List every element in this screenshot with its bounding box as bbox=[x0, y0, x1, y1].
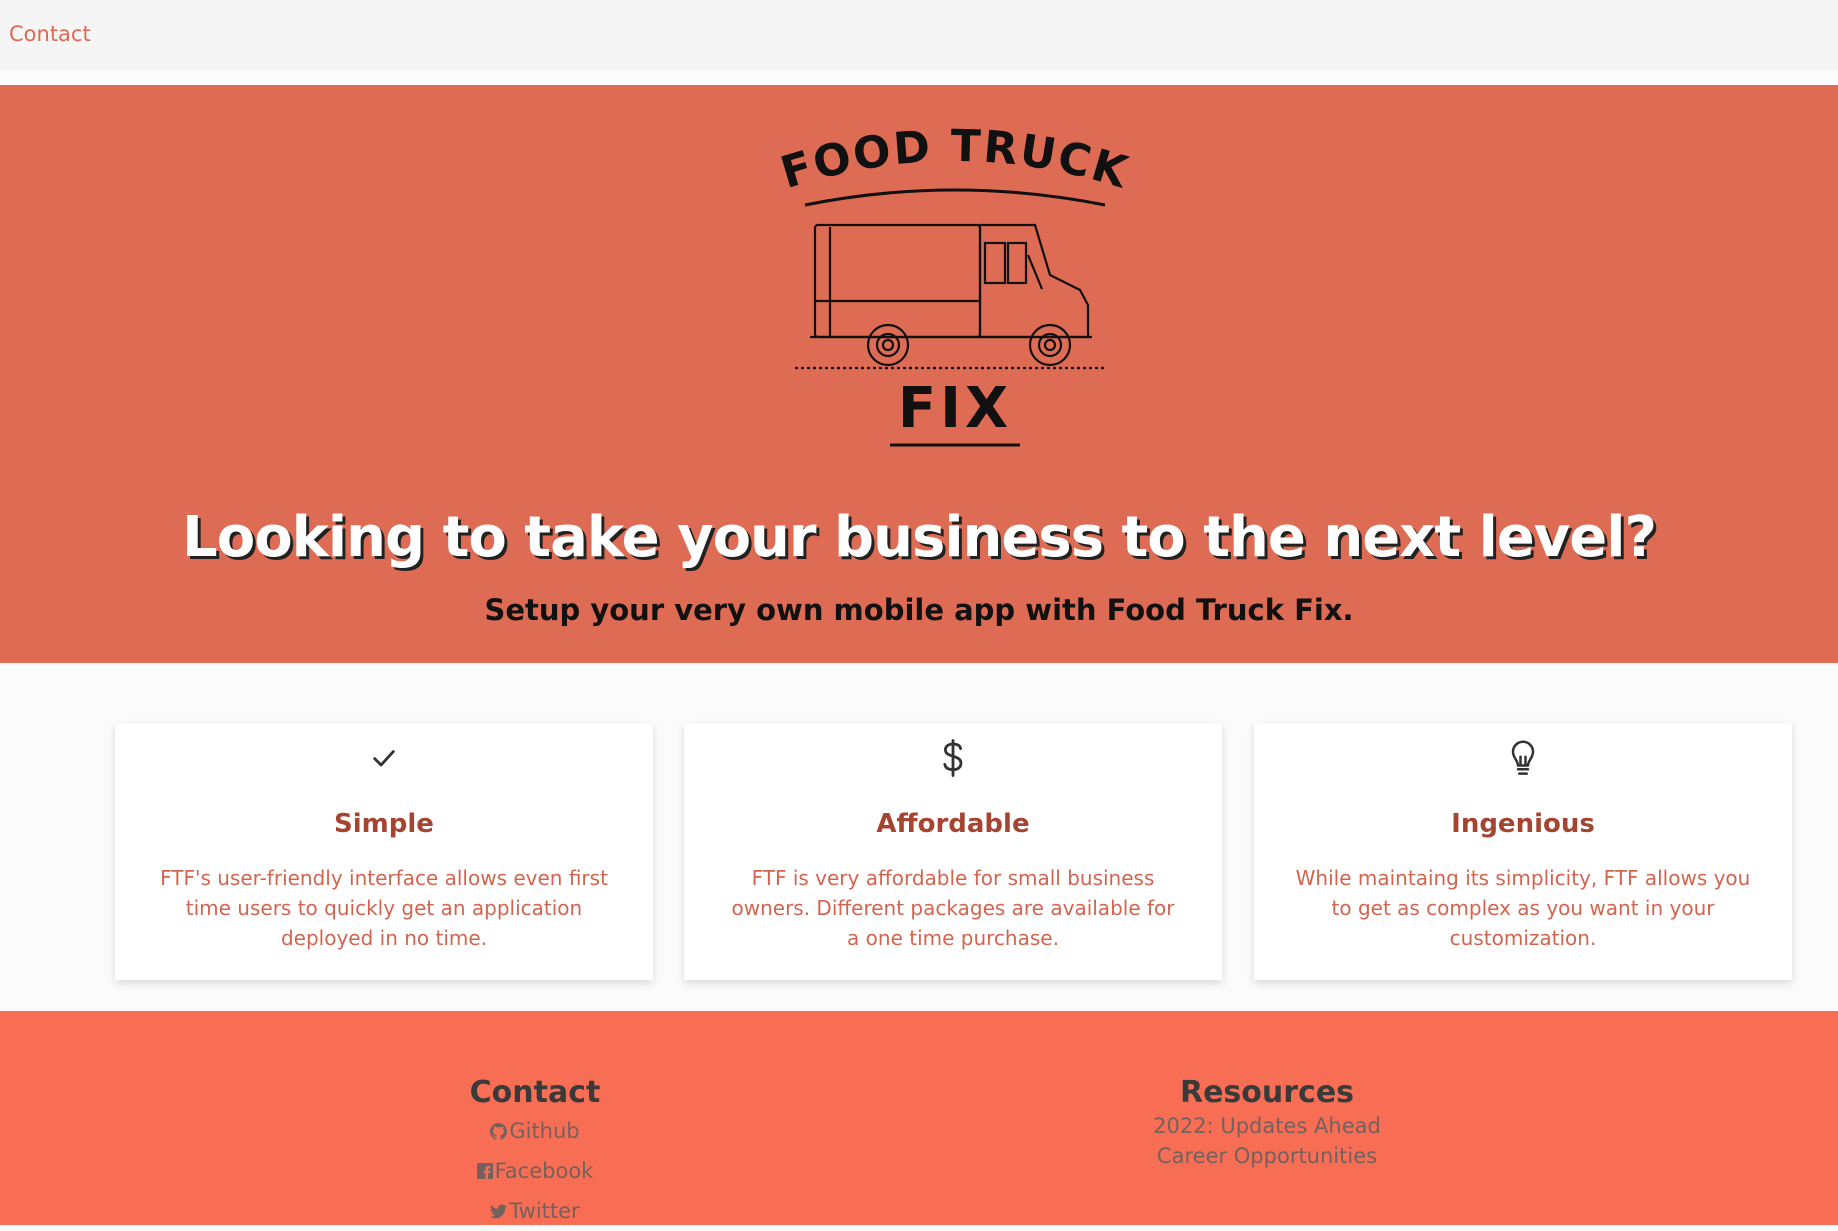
github-icon bbox=[490, 1122, 508, 1140]
footer-link-label: Twitter bbox=[509, 1199, 580, 1223]
footer-link-label: Github bbox=[509, 1119, 580, 1143]
footer: Contact Github Facebook Twitter Resource… bbox=[0, 1011, 1838, 1225]
footer-link-github[interactable]: Github bbox=[335, 1111, 735, 1151]
hero-headline: Looking to take your business to the nex… bbox=[182, 505, 1657, 570]
svg-text:FOOD TRUCK: FOOD TRUCK bbox=[780, 121, 1130, 199]
feature-description: FTF's user-friendly interface allows eve… bbox=[160, 866, 608, 950]
hero-section: FOOD TRUCK FIX Looking to take your busi… bbox=[0, 85, 1838, 663]
nav-contact-link[interactable]: Contact bbox=[9, 22, 91, 46]
footer-resources-column: Resources 2022: Updates Ahead Career Opp… bbox=[1067, 1075, 1467, 1171]
footer-link-careers[interactable]: Career Opportunities bbox=[1067, 1141, 1467, 1171]
feature-card-ingenious: Ingenious While maintaing its simplicity… bbox=[1254, 723, 1792, 980]
footer-resources-heading: Resources bbox=[1179, 1075, 1355, 1110]
feature-title: Affordable bbox=[876, 809, 1030, 839]
feature-description: While maintaing its simplicity, FTF allo… bbox=[1295, 866, 1751, 950]
footer-contact-heading: Contact bbox=[469, 1075, 601, 1110]
feature-title: Ingenious bbox=[1451, 809, 1595, 839]
footer-link-facebook[interactable]: Facebook bbox=[335, 1151, 735, 1191]
dollar-icon bbox=[684, 735, 1222, 781]
footer-link-twitter[interactable]: Twitter bbox=[335, 1191, 735, 1231]
feature-description: FTF is very affordable for small busines… bbox=[731, 866, 1175, 950]
truck-icon bbox=[795, 223, 1105, 370]
footer-link-updates[interactable]: 2022: Updates Ahead bbox=[1067, 1111, 1467, 1141]
food-truck-fix-logo: FOOD TRUCK FIX bbox=[780, 121, 1130, 447]
check-icon bbox=[115, 735, 653, 781]
hero-subheadline: Setup your very own mobile app with Food… bbox=[484, 593, 1354, 627]
svg-text:FIX: FIX bbox=[898, 376, 1012, 441]
top-nav: Contact bbox=[0, 0, 1838, 70]
footer-contact-column: Contact Github Facebook Twitter bbox=[335, 1075, 735, 1231]
facebook-icon bbox=[476, 1163, 493, 1179]
twitter-icon bbox=[490, 1203, 508, 1218]
footer-link-label: Facebook bbox=[494, 1159, 594, 1183]
feature-card-simple: Simple FTF's user-friendly interface all… bbox=[115, 723, 653, 980]
lightbulb-icon bbox=[1254, 735, 1792, 781]
feature-card-affordable: Affordable FTF is very affordable for sm… bbox=[684, 723, 1222, 980]
feature-title: Simple bbox=[334, 809, 434, 839]
